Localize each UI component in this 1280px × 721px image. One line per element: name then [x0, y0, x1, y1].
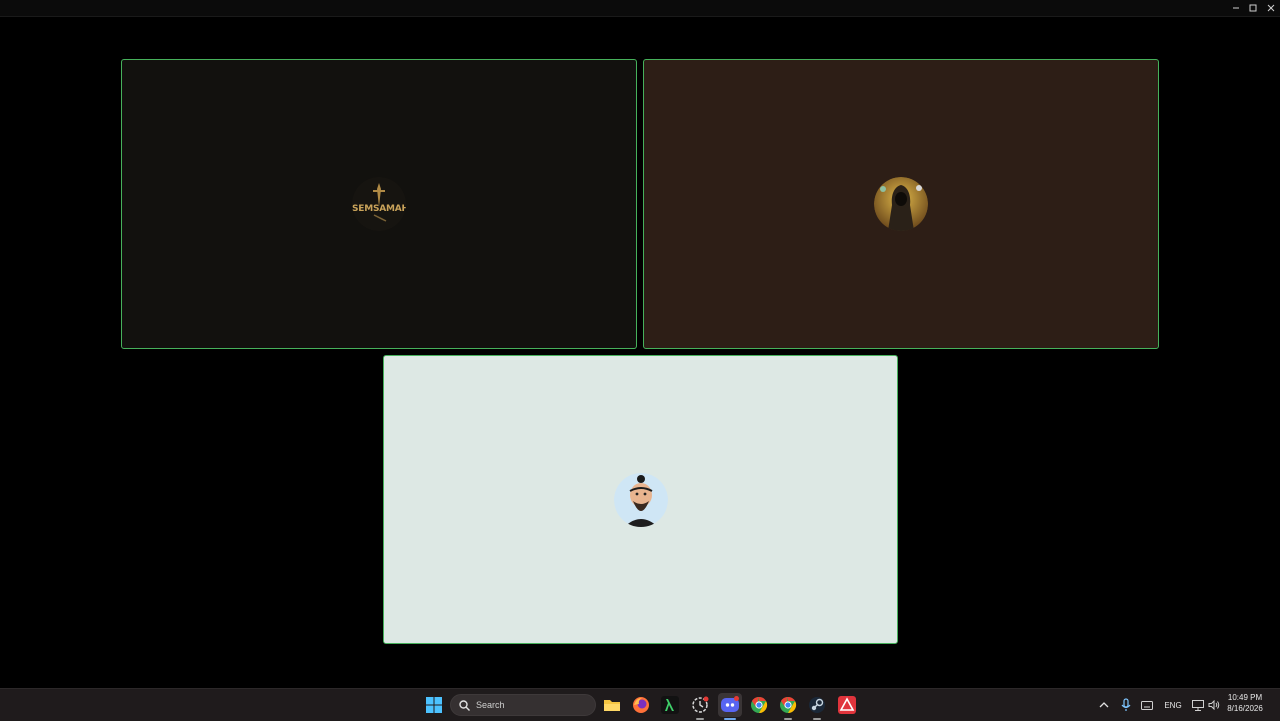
call-stage: SEMSAMAH: [0, 17, 1280, 688]
firefox-app[interactable]: [629, 693, 653, 717]
discord-icon: [721, 696, 739, 712]
microphone-icon: [1121, 698, 1131, 711]
snipping-app[interactable]: [688, 693, 712, 720]
chrome-app-1[interactable]: [747, 693, 771, 717]
firefox-icon: [633, 697, 649, 713]
participant-tile-semsamah[interactable]: SEMSAMAH: [121, 59, 637, 349]
keyboard-icon: [1141, 700, 1153, 710]
hooded-warrior-avatar: [874, 177, 928, 231]
network-tray-button[interactable]: [1190, 689, 1206, 721]
search-placeholder: Search: [476, 700, 505, 710]
chrome-app-2[interactable]: [776, 693, 800, 720]
search-icon: [459, 699, 470, 711]
chrome-icon: [751, 696, 768, 714]
close-icon: [1267, 4, 1275, 12]
maximize-button[interactable]: [1243, 0, 1263, 16]
start-button[interactable]: [422, 693, 446, 717]
terminal-app[interactable]: [658, 693, 682, 717]
red-app[interactable]: [835, 693, 859, 717]
participant-tile-warrior[interactable]: [643, 59, 1159, 349]
red-triangle-app-icon: [838, 696, 856, 714]
folder-icon: [604, 700, 620, 711]
chrome-icon: [780, 696, 797, 714]
close-button[interactable]: [1261, 0, 1280, 16]
speaker-icon: [1208, 700, 1220, 710]
file-explorer-app[interactable]: [600, 693, 624, 717]
clock-date: 8/16/2026: [1227, 704, 1263, 713]
bearded-samurai-avatar: [613, 472, 668, 527]
discord-app[interactable]: [718, 693, 742, 720]
steam-app[interactable]: [805, 693, 829, 720]
steam-icon: [809, 697, 825, 713]
microphone-tray-button[interactable]: [1118, 689, 1134, 721]
keyboard-tray-button[interactable]: [1139, 689, 1155, 721]
clock-time: 10:49 PM: [1227, 693, 1263, 702]
window-title-bar: [0, 0, 1280, 17]
chevron-up-icon: [1099, 702, 1109, 708]
language-indicator[interactable]: ENG: [1160, 689, 1186, 721]
taskbar: Search ENG 10:49 PM 8/16/2026: [0, 688, 1280, 721]
maximize-icon: [1249, 4, 1257, 12]
participant-tile-samurai[interactable]: [383, 355, 898, 644]
avatar-logo-text: SEMSAMAH: [352, 204, 406, 214]
lambda-icon: [661, 696, 679, 714]
taskbar-clock[interactable]: 10:49 PM 8/16/2026: [1220, 692, 1270, 714]
tray-overflow-button[interactable]: [1096, 689, 1112, 721]
minimize-icon: [1233, 7, 1239, 9]
taskbar-search-box[interactable]: Search: [450, 694, 596, 716]
language-label: ENG: [1164, 700, 1182, 710]
semsamah-logo-avatar: SEMSAMAH: [352, 177, 406, 231]
network-icon: [1192, 699, 1204, 711]
windows-logo-icon: [426, 697, 442, 713]
clock-app-icon: [692, 696, 709, 713]
